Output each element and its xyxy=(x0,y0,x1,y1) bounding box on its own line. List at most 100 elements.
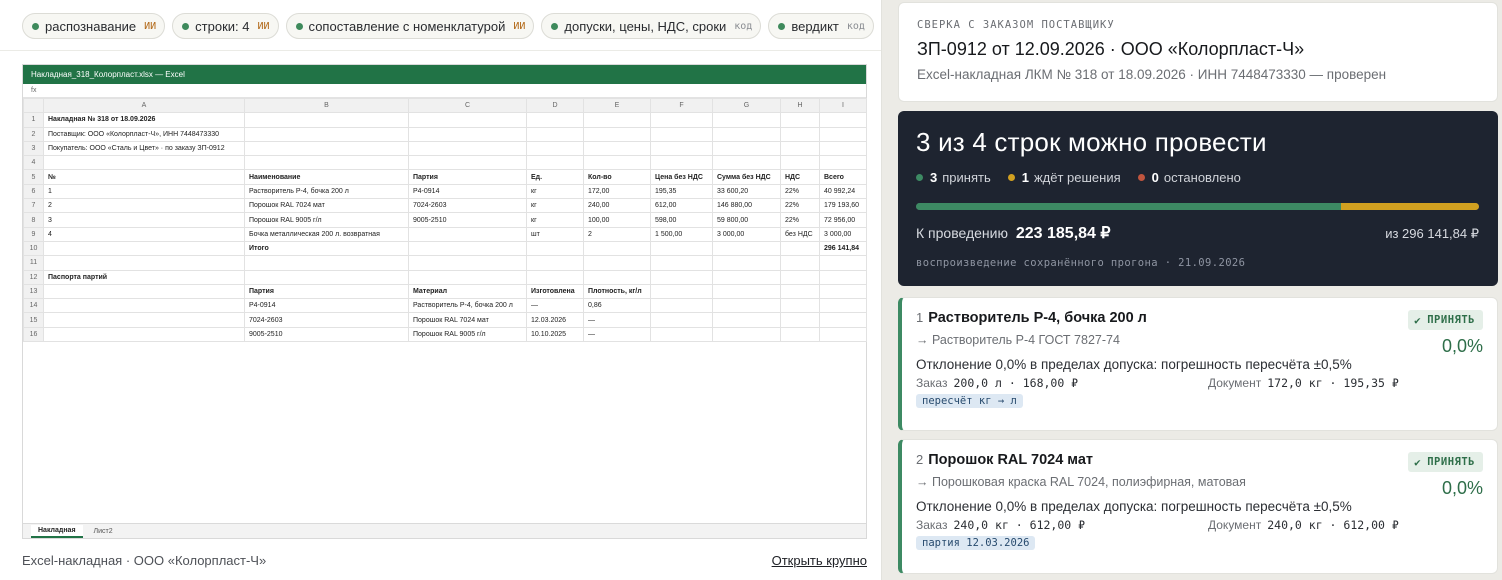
table-cell[interactable]: 0,86 xyxy=(583,298,651,314)
table-cell[interactable] xyxy=(819,326,867,343)
table-cell[interactable] xyxy=(244,255,409,271)
step-chip-verdict[interactable]: вердикт код xyxy=(768,13,874,39)
table-cell[interactable]: Растворитель Р-4, бочка 200 л xyxy=(244,183,409,200)
column-header[interactable]: G xyxy=(712,97,781,114)
table-cell[interactable]: 3 xyxy=(43,212,245,228)
table-cell[interactable] xyxy=(780,126,820,142)
table-cell[interactable] xyxy=(712,269,781,285)
table-cell[interactable]: 72 956,00 xyxy=(819,212,867,228)
table-cell[interactable]: Накладная № 318 от 18.09.2026 xyxy=(43,112,245,128)
table-cell[interactable] xyxy=(780,255,820,271)
table-cell[interactable] xyxy=(43,298,245,314)
table-cell[interactable] xyxy=(526,269,584,285)
table-cell[interactable] xyxy=(650,255,713,271)
table-cell[interactable]: 172,00 xyxy=(583,183,651,200)
table-cell[interactable]: Порошок RAL 7024 мат xyxy=(244,198,409,214)
table-cell[interactable]: Порошок RAL 7024 мат xyxy=(408,312,527,328)
table-cell[interactable] xyxy=(526,112,584,128)
table-cell[interactable] xyxy=(819,126,867,142)
table-cell[interactable] xyxy=(650,240,713,257)
table-cell[interactable]: Плотность, кг/л xyxy=(583,283,651,300)
sheet-tab-sheet2[interactable]: Лист2 xyxy=(87,526,120,537)
table-cell[interactable] xyxy=(408,155,527,171)
table-cell[interactable] xyxy=(526,155,584,171)
table-cell[interactable]: Сумма без НДС xyxy=(712,169,781,185)
table-cell[interactable]: 179 193,60 xyxy=(819,198,867,214)
table-cell[interactable] xyxy=(780,155,820,171)
table-cell[interactable] xyxy=(780,298,820,314)
table-cell[interactable]: Паспорта партий xyxy=(43,269,245,285)
table-cell[interactable]: Цена без НДС xyxy=(650,169,713,185)
table-cell[interactable] xyxy=(408,255,527,271)
table-cell[interactable] xyxy=(780,112,820,128)
table-cell[interactable] xyxy=(526,255,584,271)
table-cell[interactable] xyxy=(583,155,651,171)
table-cell[interactable]: НДС xyxy=(780,169,820,185)
table-cell[interactable] xyxy=(650,283,713,300)
step-chip-recognition[interactable]: распознавание ИИ xyxy=(22,13,166,39)
table-cell[interactable]: 59 800,00 xyxy=(712,212,781,228)
table-cell[interactable] xyxy=(712,312,781,328)
column-header[interactable]: B xyxy=(244,97,409,114)
table-cell[interactable] xyxy=(244,112,409,128)
table-cell[interactable] xyxy=(650,126,713,142)
table-cell[interactable] xyxy=(819,140,867,157)
table-cell[interactable]: 22% xyxy=(780,198,820,214)
table-cell[interactable] xyxy=(650,269,713,285)
table-cell[interactable] xyxy=(526,240,584,257)
table-cell[interactable] xyxy=(583,255,651,271)
table-cell[interactable]: 40 992,24 xyxy=(819,183,867,200)
table-cell[interactable]: 240,00 xyxy=(583,198,651,214)
table-cell[interactable] xyxy=(819,255,867,271)
table-cell[interactable]: — xyxy=(583,326,651,343)
table-cell[interactable] xyxy=(408,226,527,242)
table-cell[interactable] xyxy=(244,126,409,142)
table-cell[interactable] xyxy=(819,112,867,128)
step-chip-lines[interactable]: строки: 4 ИИ xyxy=(172,13,279,39)
table-cell[interactable] xyxy=(583,269,651,285)
table-cell[interactable] xyxy=(819,269,867,285)
table-cell[interactable] xyxy=(712,140,781,157)
table-cell[interactable] xyxy=(780,240,820,257)
table-cell[interactable] xyxy=(43,240,245,257)
table-cell[interactable] xyxy=(712,240,781,257)
table-cell[interactable]: 195,35 xyxy=(650,183,713,200)
table-cell[interactable]: Поставщик: ООО «Колорпласт-Ч», ИНН 74484… xyxy=(43,126,245,142)
table-cell[interactable] xyxy=(819,312,867,328)
table-cell[interactable]: Всего xyxy=(819,169,867,185)
table-cell[interactable]: 33 600,20 xyxy=(712,183,781,200)
table-cell[interactable] xyxy=(244,140,409,157)
table-cell[interactable]: Материал xyxy=(408,283,527,300)
table-cell[interactable]: 9005-2510 xyxy=(244,326,409,343)
table-cell[interactable]: 22% xyxy=(780,212,820,228)
line-card[interactable]: 1 Растворитель Р-4, бочка 200 л ✔ ПРИНЯТЬ … xyxy=(898,297,1498,431)
table-cell[interactable] xyxy=(244,269,409,285)
table-cell[interactable] xyxy=(650,140,713,157)
column-header[interactable]: H xyxy=(780,97,820,114)
table-cell[interactable]: 2 xyxy=(583,226,651,242)
table-cell[interactable] xyxy=(780,312,820,328)
sheet-tab-invoice[interactable]: Накладная xyxy=(31,524,83,538)
table-cell[interactable]: Р4-0914 xyxy=(408,183,527,200)
table-cell[interactable]: 10.10.2025 xyxy=(526,326,584,343)
table-cell[interactable] xyxy=(712,298,781,314)
table-cell[interactable] xyxy=(712,326,781,343)
table-cell[interactable]: — xyxy=(526,298,584,314)
table-cell[interactable]: Изготовлена xyxy=(526,283,584,300)
table-cell[interactable]: Ед. xyxy=(526,169,584,185)
column-header[interactable]: I xyxy=(819,97,867,114)
table-cell[interactable] xyxy=(526,126,584,142)
table-cell[interactable]: шт xyxy=(526,226,584,242)
table-cell[interactable] xyxy=(712,283,781,300)
table-cell[interactable] xyxy=(408,112,527,128)
table-cell[interactable]: 296 141,84 xyxy=(819,240,867,257)
table-cell[interactable]: 1 xyxy=(43,183,245,200)
table-cell[interactable]: без НДС xyxy=(780,226,820,242)
table-cell[interactable]: 4 xyxy=(43,226,245,242)
table-cell[interactable]: кг xyxy=(526,183,584,200)
table-cell[interactable]: Покупатель: ООО «Сталь и Цвет» · по зака… xyxy=(43,140,245,157)
column-header[interactable]: C xyxy=(408,97,527,114)
table-cell[interactable] xyxy=(780,283,820,300)
table-cell[interactable] xyxy=(819,298,867,314)
table-cell[interactable] xyxy=(43,255,245,271)
